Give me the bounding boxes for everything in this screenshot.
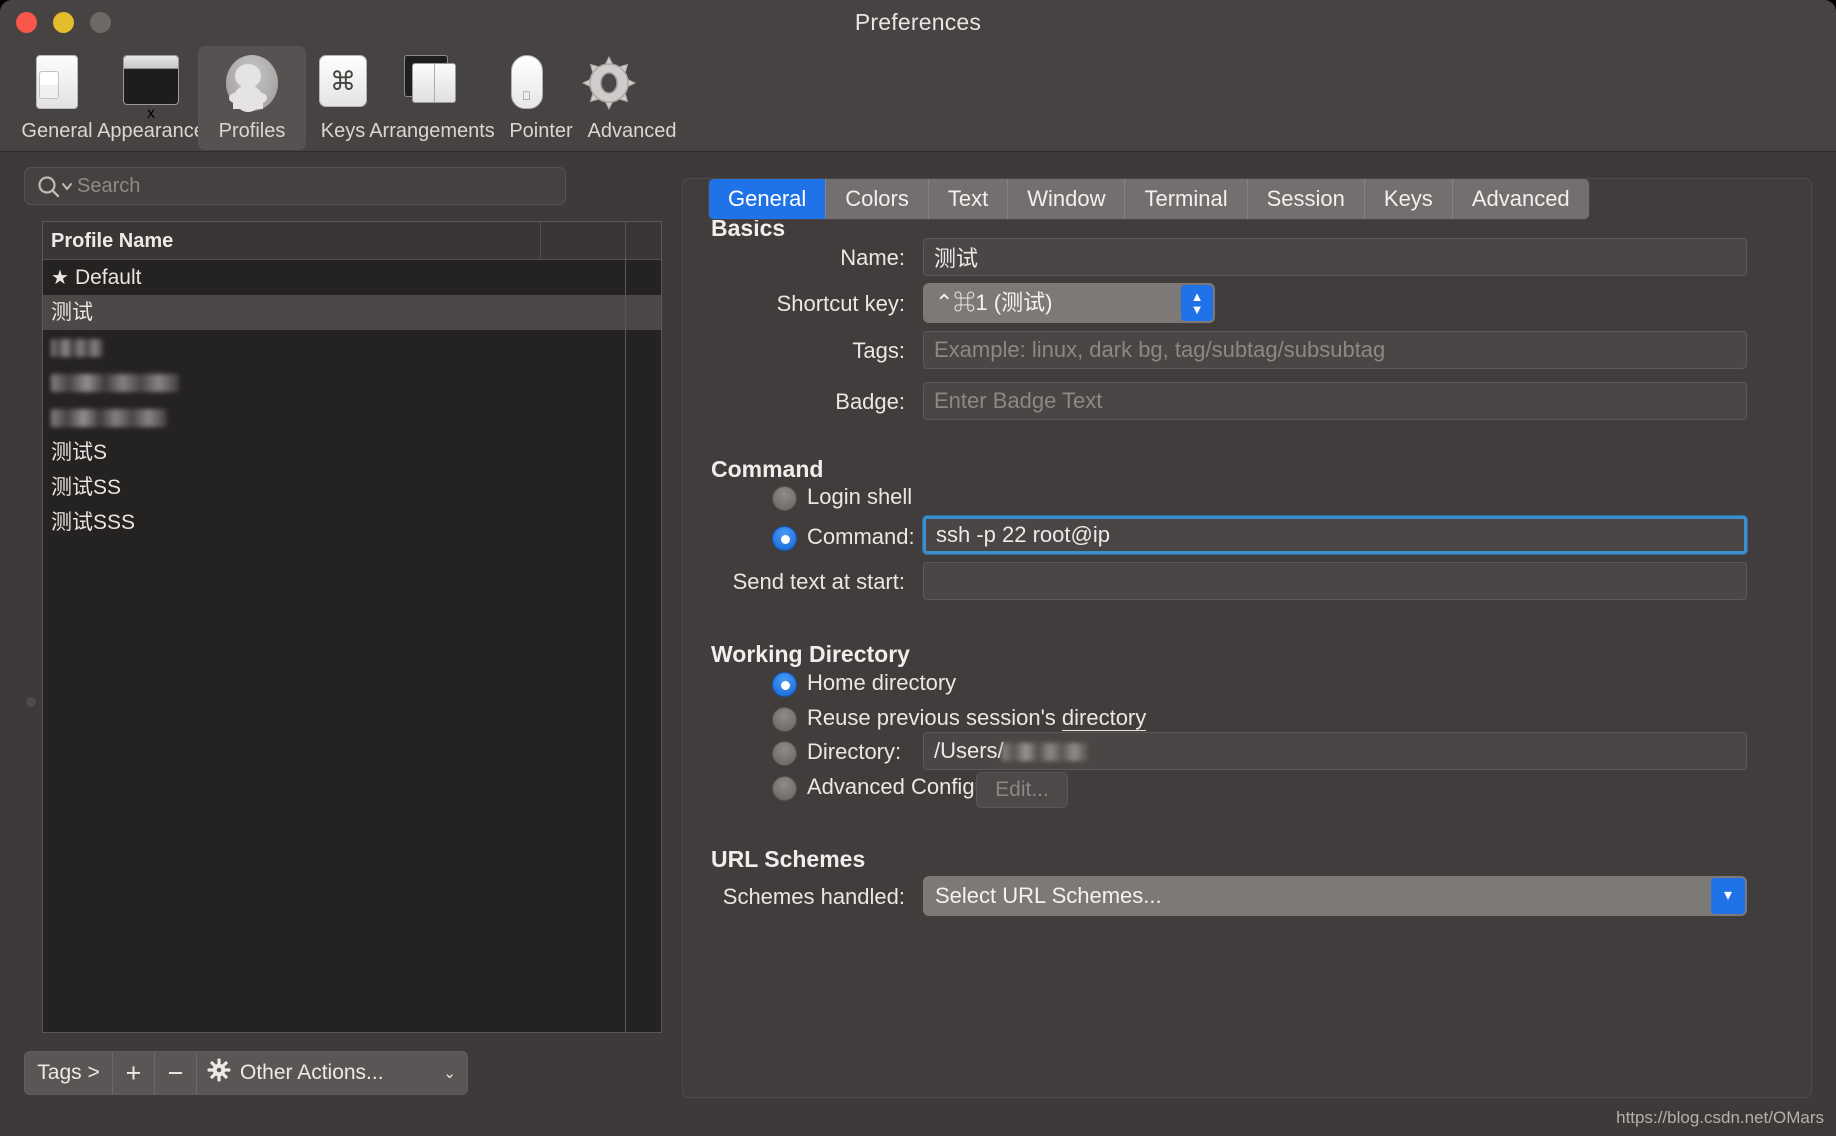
sidebar-resize-handle[interactable] [26, 697, 36, 707]
sidebar-resize-divider[interactable] [625, 221, 626, 1033]
tab-keys[interactable]: Keys [1364, 179, 1453, 219]
advanced-configuration-radio[interactable] [772, 776, 797, 801]
preferences-window: Preferences General x Appearance Profile… [0, 0, 1836, 1136]
default-star-icon: ★ [51, 267, 69, 289]
schemes-handled-label: Schemes handled: [722, 884, 905, 909]
list-item[interactable] [43, 365, 661, 400]
directory-label: Directory: [807, 739, 902, 764]
directory-value: /Users/ [934, 738, 1004, 763]
tags-input[interactable] [923, 331, 1747, 369]
list-item[interactable] [43, 330, 661, 365]
keys-icon [313, 55, 373, 113]
list-item[interactable]: 测试SSS [43, 505, 661, 540]
redacted-profile-name [51, 374, 179, 392]
preferences-toolbar: General x Appearance Profiles Keys Arran… [0, 44, 1836, 152]
profiles-icon [222, 55, 282, 113]
shortcut-key-label: Shortcut key: [776, 291, 905, 316]
command-heading: Command [711, 456, 824, 482]
search-input[interactable] [77, 168, 557, 204]
title-bar: Preferences [0, 0, 1836, 44]
search-field[interactable] [24, 167, 566, 205]
directory-input[interactable]: /Users/ [923, 732, 1747, 770]
profiles-list[interactable]: Profile Name ★ Default 测试 测试S 测试SS 测试SSS [42, 221, 662, 1033]
tags-button[interactable]: Tags > [25, 1052, 113, 1094]
list-item-label: 测试SS [51, 476, 122, 499]
toolbar-item-advanced-label: Advanced [587, 120, 677, 142]
name-input[interactable] [923, 238, 1747, 276]
profiles-sidebar: Profile Name ★Default 测试 测试S 测 [0, 153, 662, 1136]
tab-colors[interactable]: Colors [826, 179, 929, 219]
login-shell-radio[interactable] [772, 486, 797, 511]
shortcut-key-popup[interactable]: ⌃⌘1 (测试) ▲ ▼ [923, 283, 1215, 323]
command-radio[interactable] [772, 526, 797, 551]
schemes-handled-popup[interactable]: Select URL Schemes... ▾ [923, 876, 1747, 916]
list-item-label: 测试 [51, 301, 93, 324]
list-item[interactable] [43, 400, 661, 435]
working-directory-heading: Working Directory [711, 641, 910, 667]
list-item[interactable]: 测试SS [43, 470, 661, 505]
arrangements-icon [402, 55, 462, 113]
window-title: Preferences [854, 9, 982, 35]
list-item[interactable]: 测试S [43, 435, 661, 470]
tab-window[interactable]: Window [1008, 179, 1126, 219]
list-item[interactable]: 测试 [43, 295, 661, 330]
command-label: Command: [807, 524, 915, 549]
profiles-action-bar: Tags > + − Other Actions... ⌄ [24, 1051, 468, 1095]
add-profile-button[interactable]: + [113, 1052, 155, 1094]
toolbar-item-arrangements[interactable]: Arrangements [369, 46, 495, 150]
redacted-directory-path [1001, 743, 1088, 761]
badge-label: Badge: [835, 389, 905, 414]
schemes-handled-value: Select URL Schemes... [935, 883, 1162, 908]
home-directory-label: Home directory [807, 670, 957, 695]
chevron-down-icon[interactable]: ▾ [1711, 878, 1745, 914]
list-item[interactable]: ★ Default [43, 260, 661, 295]
tab-text[interactable]: Text [928, 179, 1009, 219]
url-schemes-heading: URL Schemes [711, 846, 866, 872]
send-text-at-start-input[interactable] [923, 562, 1747, 600]
column-divider[interactable] [540, 222, 541, 260]
other-actions-label: Other Actions... [240, 1061, 384, 1084]
advanced-gear-icon [581, 55, 637, 111]
tab-session[interactable]: Session [1247, 179, 1365, 219]
watermark: https://blog.csdn.net/OMars [1616, 1108, 1824, 1127]
send-text-at-start-label: Send text at start: [732, 569, 905, 594]
tab-general[interactable]: General [709, 179, 827, 219]
shortcut-key-value: ⌃⌘1 (测试) [935, 290, 1053, 315]
home-directory-radio[interactable] [772, 672, 797, 697]
reuse-previous-directory-label: Reuse previous session's directory [807, 705, 1147, 731]
tags-label: Tags: [852, 338, 905, 363]
settings-tab-bar: General Colors Text Window Terminal Sess… [708, 178, 1590, 220]
profile-settings-panel: Basics Name: Shortcut key: ⌃⌘1 (测试) ▲▼ T… [682, 178, 1812, 1098]
column-header-profile-name: Profile Name [51, 230, 174, 252]
profiles-list-header: Profile Name [43, 222, 661, 260]
directory-radio[interactable] [772, 741, 797, 766]
redacted-profile-name [51, 339, 103, 357]
name-label: Name: [840, 245, 905, 270]
gear-icon [207, 1058, 231, 1088]
appearance-icon: x [121, 55, 181, 122]
list-item-label: 测试SSS [51, 511, 136, 534]
list-item-label: Default [74, 266, 142, 289]
tab-advanced[interactable]: Advanced [1452, 179, 1589, 219]
search-icon [36, 175, 74, 199]
redacted-profile-name [51, 409, 167, 427]
command-input[interactable] [923, 516, 1747, 554]
general-icon [27, 55, 87, 113]
remove-profile-button[interactable]: − [155, 1052, 197, 1094]
badge-input[interactable] [923, 382, 1747, 420]
chevron-down-icon: ⌄ [443, 1065, 456, 1082]
reuse-previous-directory-radio[interactable] [772, 707, 797, 732]
pointer-icon:  [511, 55, 571, 113]
login-shell-label: Login shell [807, 484, 913, 509]
toolbar-item-advanced[interactable]: Advanced [578, 46, 686, 150]
stepper-icon[interactable]: ▲ ▼ [1181, 285, 1213, 321]
edit-button[interactable]: Edit... [976, 772, 1068, 808]
list-item-label: 测试S [51, 441, 108, 464]
tab-terminal[interactable]: Terminal [1125, 179, 1248, 219]
other-actions-button[interactable]: Other Actions... ⌄ [197, 1052, 467, 1094]
